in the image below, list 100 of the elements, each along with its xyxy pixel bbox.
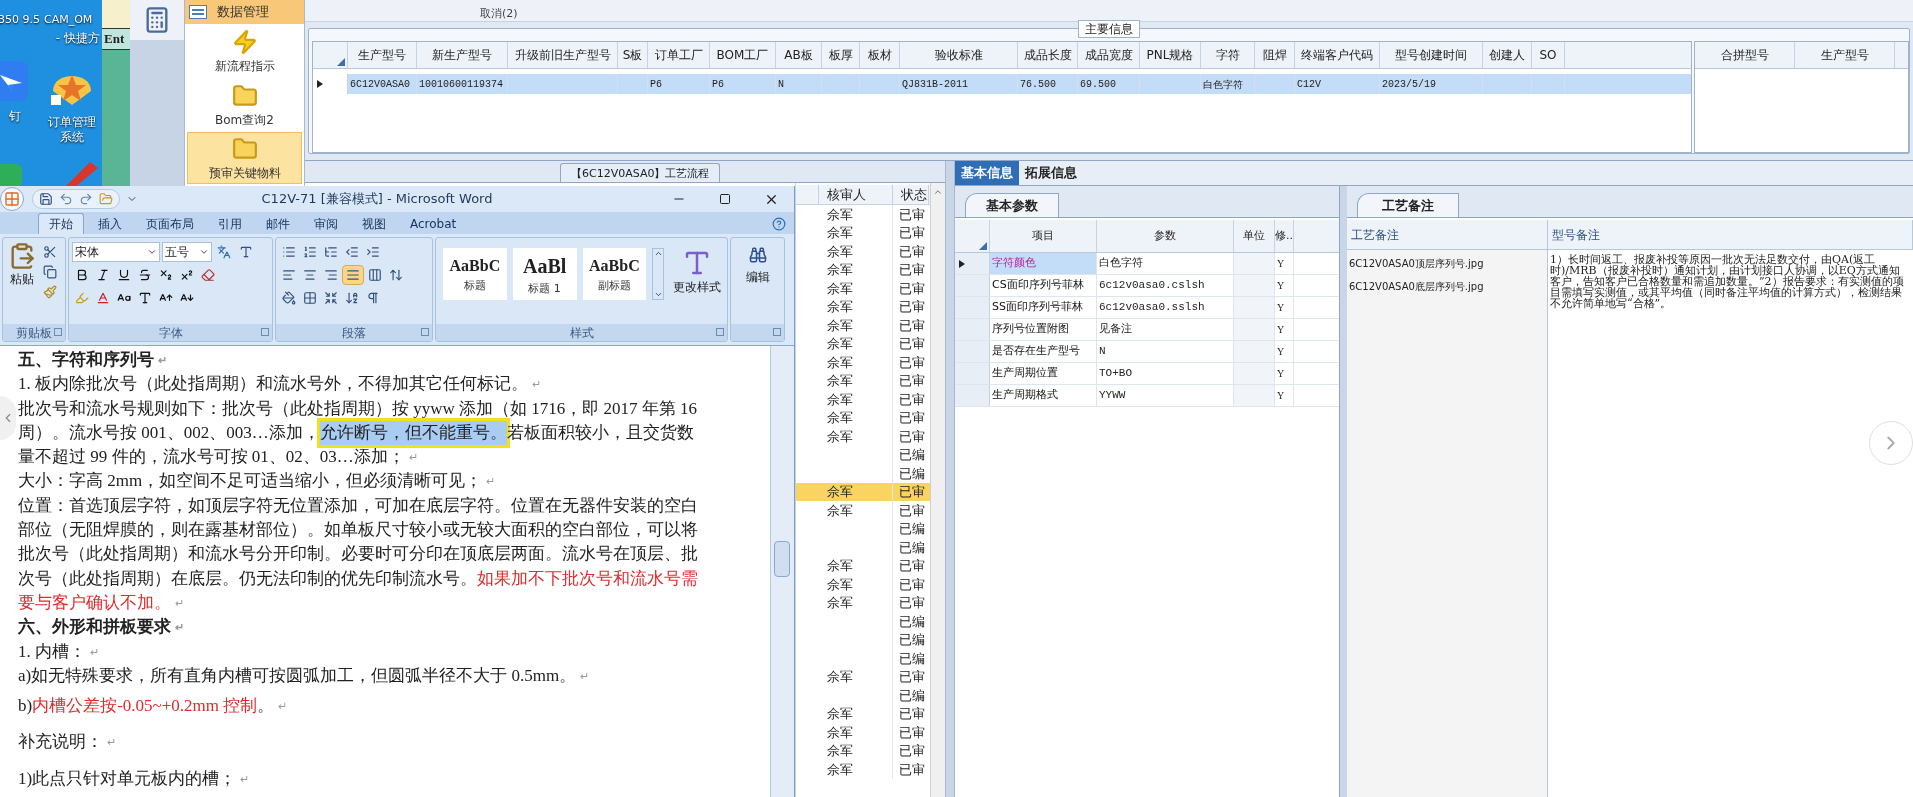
column-header[interactable]: S板 [618,42,648,68]
column-header[interactable]: 板材 [860,42,900,68]
paste-button[interactable]: 粘贴 [6,242,38,302]
table-row[interactable]: 佘军 已审 [796,723,930,742]
ribbon-tab[interactable]: 视图 [352,213,396,234]
justify-button[interactable] [342,265,364,285]
column-header[interactable]: 单位 [1234,220,1275,252]
column-header[interactable]: 新生产型号 [417,42,508,68]
table-row[interactable]: 佘军 已审 [796,704,930,723]
folder-icon[interactable] [99,192,113,206]
table-row[interactable]: 佘军 已审 [796,279,930,298]
table-row[interactable]: 佘军 已审 [796,297,930,316]
column-header[interactable]: 升级前旧生产型号 [508,42,618,68]
column-header[interactable]: SO [1532,42,1565,68]
table-row[interactable]: 佘军 已审 [796,371,930,390]
column-header[interactable]: 项目 [990,220,1097,252]
corner-triangle-icon[interactable] [979,242,987,250]
table-row[interactable]: 佘军 已审 [796,408,930,427]
dialog-launcher-icon[interactable] [421,328,429,336]
scroll-down-icon[interactable] [653,290,663,299]
redo-icon[interactable] [79,192,93,206]
column-header[interactable]: BOM工厂 [710,42,776,68]
table-row[interactable]: 佘军 已审 [796,427,930,446]
table-row[interactable]: 已编 [796,649,930,668]
scrollbar[interactable] [930,183,945,797]
dialog-launcher-icon[interactable] [716,328,724,336]
dialog-launcher-icon[interactable] [773,328,781,336]
column-header[interactable]: 工艺备注 [1347,220,1548,249]
table-row[interactable]: 佘军 已审 [796,353,930,372]
column-header[interactable]: 状态 [893,185,929,204]
toolbar-button[interactable]: 取消(2) [480,7,518,20]
table-row[interactable]: 佘军 已审 [796,482,930,501]
table-row[interactable]: 6C12V0ASA0 10010600119374 P6 P6 N QJ831B-2011 76.500 69.500 白色字符 C12V 2023/5/19 [313,74,1691,94]
table-row[interactable]: 佘军 已审 [796,760,930,779]
undo-icon[interactable] [59,192,73,206]
ribbon-tab[interactable]: 邮件 [256,213,300,234]
table-row[interactable]: 已编 [796,686,930,705]
sidebar-item[interactable]: 预审关键物料 [187,132,302,184]
table-row[interactable]: 生产周期格式 YYWW Y [955,385,1339,407]
table-row[interactable]: 佘军 已审 [796,205,930,224]
table-row[interactable]: 佘军 已审 [796,390,930,409]
scroll-thumb[interactable] [774,541,790,577]
table-row[interactable]: 已编 [796,445,930,464]
table-row[interactable]: 是否存在生产型号 N Y [955,341,1339,363]
column-header[interactable]: 创建人 [1483,42,1532,68]
table-row[interactable]: 已编 [796,612,930,631]
table-row[interactable]: 已编 [796,519,930,538]
column-header[interactable]: 订单工厂 [648,42,710,68]
table-row[interactable]: 序列号位置附图 见备注 Y [955,319,1339,341]
ribbon-tab[interactable]: 插入 [88,213,132,234]
column-header[interactable]: PNL规格 [1140,42,1201,68]
sub-tab[interactable]: 工艺备注 [1357,193,1459,217]
scroll-up-icon[interactable] [653,249,663,258]
style-swatch[interactable]: AaBbC 副标题 [582,248,647,300]
table-row[interactable]: 佘军 已审 [796,501,930,520]
save-icon[interactable] [39,192,53,206]
table-row[interactable]: CS面印序列号菲林 6c12v0asa0.cslsh Y [955,275,1339,297]
table-row[interactable]: 已编 [796,538,930,557]
column-header[interactable]: 阻焊 [1255,42,1295,68]
table-row[interactable]: 佘军 已审 [796,667,930,686]
column-header[interactable]: 核审人 [819,185,893,204]
corner-triangle-icon[interactable] [337,58,345,66]
column-header[interactable]: 验收标准 [900,42,1018,68]
table-row[interactable]: 佘军 已审 [796,575,930,594]
office-button[interactable] [0,187,24,211]
change-styles-button[interactable]: 更改样式 [670,248,724,300]
dialog-launcher-icon[interactable] [261,328,269,336]
column-header[interactable]: AB板 [776,42,822,68]
sidebar-item[interactable]: Bom查询2 [187,78,302,132]
tab[interactable]: 拓展信息 [1019,161,1083,185]
ribbon-tab[interactable]: 开始 [38,213,84,234]
table-row[interactable]: 佘军 已审 [796,593,930,612]
table-row[interactable]: 佘军 已审 [796,260,930,279]
tab[interactable]: 基本信息 [955,161,1019,185]
column-header[interactable]: 参数 [1097,220,1234,252]
column-header[interactable]: 板厚 [822,42,860,68]
dialog-launcher-icon[interactable] [54,328,62,336]
table-row[interactable]: 已编 [796,630,930,649]
column-header[interactable]: 型号创建时间 [1380,42,1483,68]
help-icon[interactable] [772,217,786,231]
font-size-field[interactable]: 五号 [162,242,212,262]
table-row[interactable]: 佘军 已审 [796,556,930,575]
column-header[interactable]: 型号备注 [1548,220,1913,249]
sub-tab[interactable]: 基本参数 [965,193,1059,217]
table-row[interactable]: 佘军 已审 [796,334,930,353]
table-row[interactable]: 佘军 已审 [796,223,930,242]
column-header[interactable]: 生产型号 [348,42,417,68]
app-icon[interactable] [0,60,30,101]
ribbon-tab[interactable]: 审阅 [304,213,348,234]
table-row[interactable]: 佘军 已审 [796,242,930,261]
table-row[interactable]: 佘军 已审 [796,316,930,335]
style-swatch[interactable]: AaBl 标题 1 [512,248,577,300]
column-header[interactable]: 成品长度 [1018,42,1078,68]
ribbon-tab[interactable]: 引用 [208,213,252,234]
ribbon-tab[interactable]: Acrobat [400,213,467,234]
ribbon-tab[interactable]: 页面布局 [136,213,204,234]
scrollbar[interactable] [770,346,794,797]
table-row[interactable]: 佘军 已审 [796,741,930,760]
scroll-up-icon[interactable] [933,187,943,197]
table-row[interactable]: 已编 [796,464,930,483]
